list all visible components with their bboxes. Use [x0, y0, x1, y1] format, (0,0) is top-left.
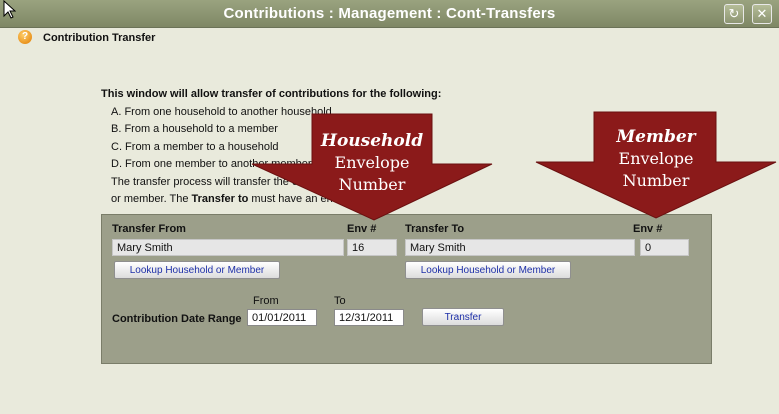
- to-date-input[interactable]: 12/31/2011: [334, 309, 404, 326]
- title-bar: Contributions : Management : Cont-Transf…: [0, 0, 779, 28]
- member-callout-text: Member Envelope Number: [596, 126, 716, 192]
- to-date-label: To: [334, 295, 346, 307]
- transfer-from-label: Transfer From: [112, 223, 186, 235]
- household-callout-text: Household Envelope Number: [312, 130, 432, 196]
- instructions-lead: This window will allow transfer of contr…: [101, 88, 442, 100]
- from-date-label: From: [253, 295, 279, 307]
- from-date-input[interactable]: 01/01/2011: [247, 309, 317, 326]
- member-callout-line: Envelope: [618, 149, 694, 168]
- transfer-from-env-field[interactable]: 16: [347, 239, 397, 256]
- transfer-to-name-field[interactable]: Mary Smith: [405, 239, 635, 256]
- transfer-to-label: Transfer To: [405, 223, 465, 235]
- member-callout-line: Number: [622, 171, 690, 190]
- transfer-button[interactable]: Transfer: [422, 308, 504, 326]
- member-callout-title: Member: [616, 127, 696, 147]
- lookup-from-button[interactable]: Lookup Household or Member: [114, 261, 280, 279]
- refresh-icon[interactable]: ↻: [724, 4, 744, 24]
- question-icon: ?: [18, 30, 32, 44]
- lookup-to-button[interactable]: Lookup Household or Member: [405, 261, 571, 279]
- transfer-from-name-field[interactable]: Mary Smith: [112, 239, 344, 256]
- transfer-to-env-field[interactable]: 0: [640, 239, 689, 256]
- mouse-cursor-icon: [3, 0, 16, 19]
- household-callout-title: Household: [320, 131, 424, 151]
- transfer-panel: Transfer From Env # Transfer To Env # Ma…: [101, 214, 712, 364]
- note-text: or member. The: [111, 193, 192, 205]
- date-range-label: Contribution Date Range: [112, 313, 242, 325]
- close-icon[interactable]: ✕: [752, 4, 772, 24]
- window-title: Contributions : Management : Cont-Transf…: [223, 5, 556, 22]
- from-env-label: Env #: [347, 223, 377, 235]
- to-env-label: Env #: [633, 223, 663, 235]
- section-header: Contribution Transfer: [43, 32, 156, 44]
- household-callout-line: Number: [338, 175, 406, 194]
- household-callout-line: Envelope: [334, 153, 410, 172]
